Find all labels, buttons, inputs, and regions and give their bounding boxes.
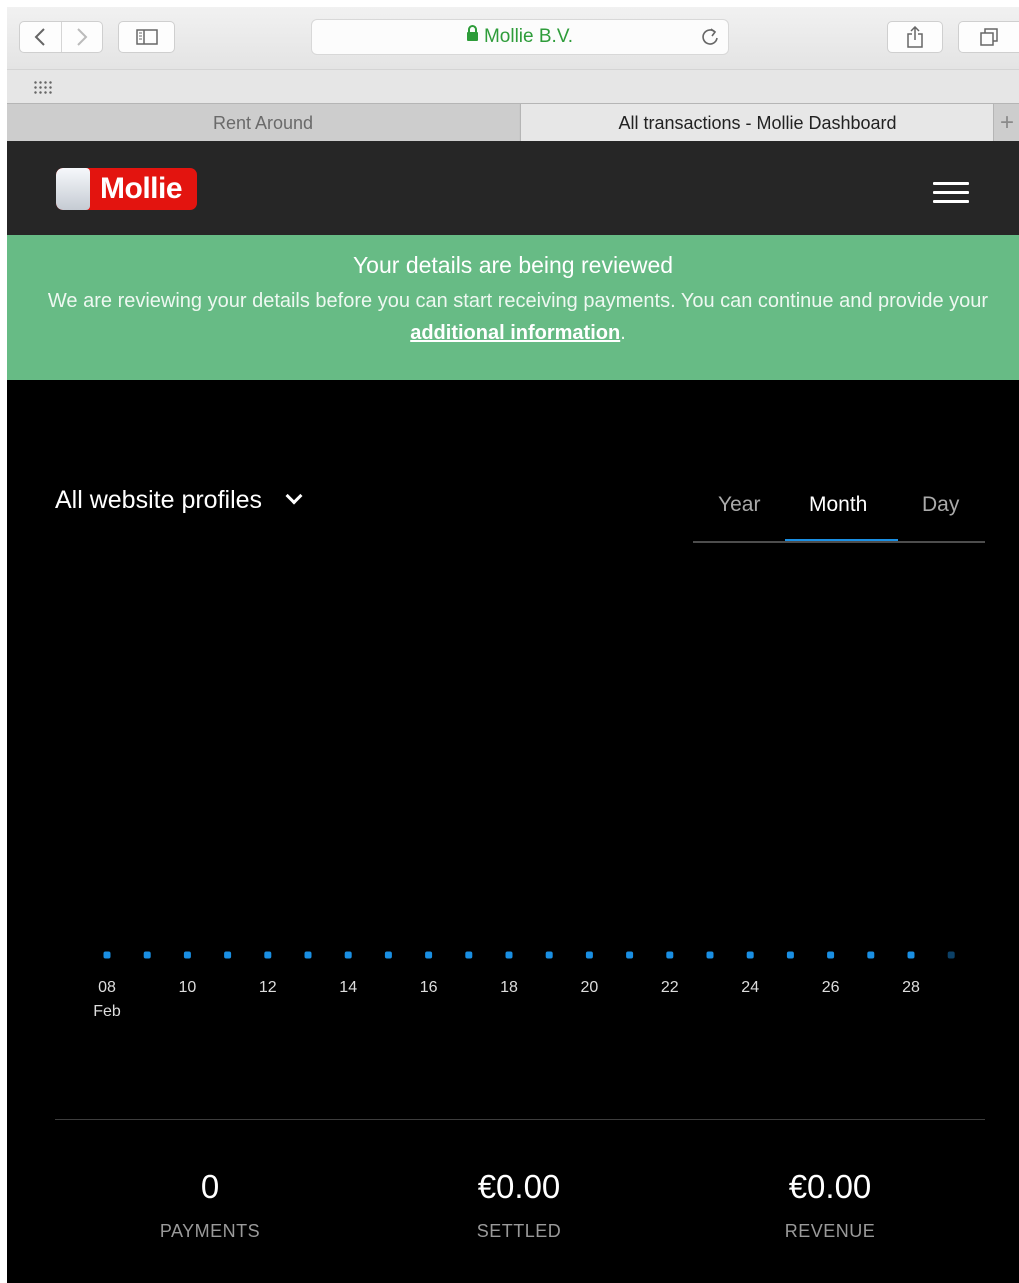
stat-payments-label: PAYMENTS — [159, 1221, 261, 1241]
reload-icon — [702, 28, 718, 45]
stats-divider — [55, 1119, 985, 1120]
back-button[interactable] — [20, 22, 61, 52]
chart-point-10[interactable] — [183, 951, 191, 959]
banner-message-end: . — [620, 322, 626, 344]
x-tick-12: 12 — [259, 979, 277, 996]
new-tab-button[interactable]: + — [993, 104, 1019, 142]
chart-point-19[interactable] — [545, 951, 553, 959]
chart-point-20[interactable] — [585, 951, 593, 959]
logo-text: Mollie — [100, 172, 183, 205]
transactions-chart: 08 10 12 14 16 18 20 22 24 26 28 Feb — [7, 937, 1019, 1037]
sidebar-icon — [135, 29, 158, 45]
x-tick-26: 26 — [822, 979, 840, 996]
stat-payments: 0 PAYMENTS — [90, 1167, 330, 1242]
chart-point-26[interactable] — [827, 951, 835, 959]
tab-strip: Rent Around All transactions - Mollie Da… — [7, 103, 1019, 142]
review-banner: Your details are being reviewed We are r… — [7, 235, 1019, 380]
chart-point-08[interactable] — [103, 951, 111, 959]
mollie-logo[interactable]: Mollie — [56, 168, 197, 210]
x-tick-month-label: Feb — [93, 1003, 121, 1020]
chart-point-27[interactable] — [867, 951, 875, 959]
tab-day[interactable]: Day — [922, 493, 959, 517]
chart-point-22[interactable] — [666, 951, 674, 959]
chart-point-28[interactable] — [907, 951, 915, 959]
chart-point-13[interactable] — [304, 951, 312, 959]
browser-window: Mollie B.V. Rent Around All transactions… — [7, 7, 1019, 1283]
chart-point-15[interactable] — [384, 951, 392, 959]
chevron-down-icon — [285, 487, 303, 505]
address-text: Mollie B.V. — [483, 26, 574, 47]
profile-label: All website profiles — [55, 486, 263, 514]
stat-revenue: €0.00 REVENUE — [710, 1167, 950, 1242]
tab-year[interactable]: Year — [718, 493, 760, 517]
banner-message-text: We are reviewing your details before you… — [47, 290, 989, 312]
banner-message: We are reviewing your details before you… — [47, 285, 989, 349]
chart-point-25[interactable] — [786, 951, 794, 959]
show-tabs-button[interactable] — [958, 21, 1019, 53]
address-bar[interactable]: Mollie B.V. — [311, 19, 729, 55]
chart-point-18[interactable] — [505, 951, 513, 959]
chart-point-17[interactable] — [465, 951, 473, 959]
tab-mollie-dashboard[interactable]: All transactions - Mollie Dashboard — [520, 104, 994, 142]
stat-settled: €0.00 SETTLED — [399, 1167, 639, 1242]
x-tick-14: 14 — [339, 979, 357, 996]
chart-point-29[interactable] — [947, 951, 955, 959]
chart-point-11[interactable] — [224, 951, 232, 959]
period-tabs: Year Month Day — [693, 487, 985, 543]
chart-point-21[interactable] — [626, 951, 634, 959]
back-icon — [34, 28, 45, 46]
forward-button[interactable] — [60, 22, 103, 52]
tabs-icon — [980, 28, 998, 46]
lock-icon — [466, 25, 478, 41]
active-period-indicator — [785, 539, 898, 541]
stat-settled-label: SETTLED — [476, 1221, 562, 1241]
menu-icon[interactable] — [933, 182, 969, 204]
favorites-bar — [7, 69, 1019, 104]
tab-rent-around[interactable]: Rent Around — [7, 104, 519, 142]
navigation-buttons — [19, 21, 103, 53]
chart-point-09[interactable] — [143, 951, 151, 959]
profile-selector[interactable]: All website profiles — [55, 486, 303, 515]
chart-point-14[interactable] — [344, 951, 352, 959]
x-tick-22: 22 — [661, 979, 679, 996]
chart-point-12[interactable] — [264, 951, 272, 959]
chart-svg: 08 10 12 14 16 18 20 22 24 26 28 Feb — [93, 951, 955, 1020]
site-header: Mollie — [7, 141, 1019, 235]
sidebar-button[interactable] — [118, 21, 175, 53]
chart-point-24[interactable] — [746, 951, 754, 959]
stat-revenue-label: REVENUE — [784, 1221, 876, 1241]
banner-title: Your details are being reviewed — [352, 252, 674, 278]
share-icon — [907, 26, 923, 48]
favorites-grid-icon[interactable] — [33, 80, 53, 94]
tab-month[interactable]: Month — [809, 493, 867, 517]
stat-payments-value: 0 — [200, 1168, 220, 1205]
x-tick-16: 16 — [420, 979, 438, 996]
chart-point-23[interactable] — [706, 951, 714, 959]
forward-icon — [77, 28, 88, 46]
x-tick-24: 24 — [741, 979, 759, 996]
x-tick-28: 28 — [902, 979, 920, 996]
x-tick-20: 20 — [581, 979, 599, 996]
share-button[interactable] — [887, 21, 943, 53]
logo-chip — [56, 168, 90, 210]
additional-information-link[interactable]: additional information — [410, 322, 620, 344]
browser-toolbar: Mollie B.V. — [7, 7, 1019, 69]
x-tick-08: 08 — [98, 979, 116, 996]
x-tick-10: 10 — [179, 979, 197, 996]
stat-settled-value: €0.00 — [477, 1168, 561, 1205]
x-tick-18: 18 — [500, 979, 518, 996]
stat-revenue-value: €0.00 — [788, 1168, 872, 1205]
address-site: Mollie B.V. — [312, 20, 728, 54]
reload-button[interactable] — [700, 20, 720, 58]
chart-point-16[interactable] — [425, 951, 433, 959]
